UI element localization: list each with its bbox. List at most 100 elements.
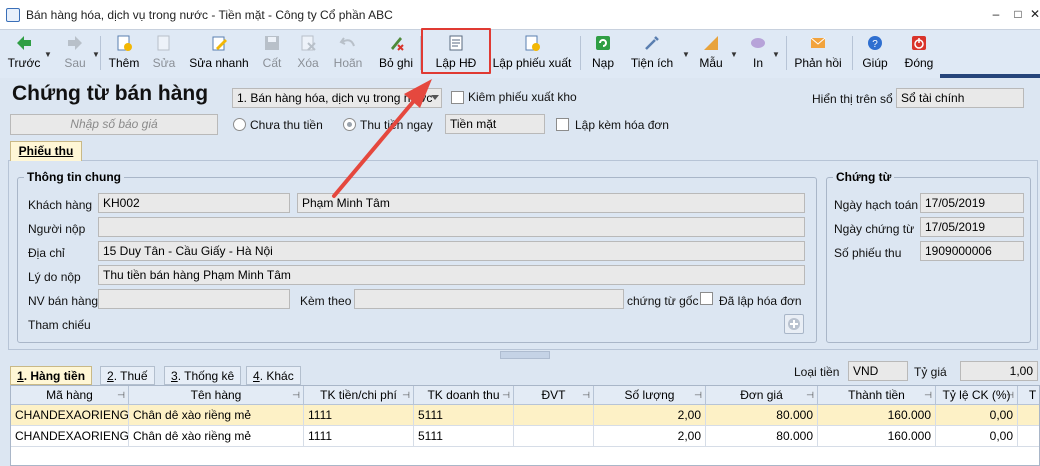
table-cell[interactable]: 2,00 <box>594 426 706 447</box>
table-cell[interactable]: 5111 <box>414 405 514 426</box>
thu-tien-ngay-radio[interactable] <box>343 118 356 131</box>
hien-thi-tren-so-select[interactable]: Sổ tài chính <box>896 88 1024 108</box>
toolbar-utilities-button[interactable]: Tiện ích ▼ <box>628 32 690 74</box>
toolbar-refresh-button[interactable]: Nạp <box>588 32 618 74</box>
delete-icon <box>301 35 316 51</box>
sale-type-select[interactable]: 1. Bán hàng hóa, dịch vụ trong nước <box>232 88 442 108</box>
khach-hang-code-input[interactable]: KH002 <box>98 193 290 213</box>
toolbar-delete-button[interactable]: Xóa <box>294 32 322 74</box>
table-cell[interactable]: CHANDEXAORIENG <box>11 426 129 447</box>
chung-tu-goc-label: chứng từ gốc <box>627 294 699 308</box>
loai-tien-select[interactable]: VND <box>848 361 908 381</box>
tab-hang-tien[interactable]: 1. Hàng tiền <box>10 366 93 385</box>
tab-phieu-thu[interactable]: Phiếu thu <box>10 141 82 161</box>
toolbar-feedback-button[interactable]: Phản hồi <box>792 32 844 74</box>
toolbar-print-button[interactable]: In ▼ <box>746 32 780 74</box>
payment-method-select[interactable]: Tiền mặt <box>445 114 545 134</box>
grid-header[interactable]: Đơn giá ⊣ <box>706 386 818 405</box>
grid-header[interactable]: Thành tiền ⊣ <box>818 386 936 405</box>
toolbar-quick-edit-button[interactable]: Sửa nhanh <box>188 32 250 74</box>
dia-chi-label: Địa chỉ <box>28 246 65 260</box>
toolbar-edit-button[interactable]: Sửa <box>150 32 178 74</box>
table-cell[interactable]: 0,00 <box>936 426 1018 447</box>
da-lap-hoa-don-label: Đã lập hóa đơn <box>719 294 802 308</box>
tab-thue[interactable]: 2. Thuế <box>100 366 155 385</box>
quote-number-input[interactable]: Nhập số báo giá <box>10 114 218 135</box>
toolbar-template-button[interactable]: Mẫu ▼ <box>696 32 738 74</box>
khach-hang-label: Khách hàng <box>28 198 93 212</box>
grid-header[interactable]: Số lượng ⊣ <box>594 386 706 405</box>
grid-header[interactable]: Mã hàng ⊣ <box>11 386 129 405</box>
table-cell[interactable]: 1111 <box>304 405 414 426</box>
close-window-button[interactable]: ✕ <box>1030 6 1040 22</box>
ngay-chung-tu-label: Ngày chứng từ <box>834 222 915 236</box>
grid-header[interactable]: TK doanh thu ⊣ <box>414 386 514 405</box>
nguoi-nop-input[interactable] <box>98 217 805 237</box>
tab-khac[interactable]: 4. Khác <box>246 366 301 385</box>
ngay-chung-tu-input[interactable]: 17/05/2019 <box>920 217 1024 237</box>
kiem-phieu-xuat-kho-label: Kiêm phiếu xuất kho <box>468 90 577 104</box>
grid-header[interactable]: T <box>1018 386 1039 405</box>
power-icon <box>912 36 926 50</box>
table-cell[interactable]: 2,00 <box>594 405 706 426</box>
nv-ban-hang-label: NV bán hàng <box>28 294 99 308</box>
table-cell[interactable]: 1111 <box>304 426 414 447</box>
toolbar-close-button[interactable]: Đóng <box>902 32 936 74</box>
kem-theo-input[interactable] <box>354 289 624 309</box>
minimize-button[interactable]: – <box>988 6 1004 22</box>
table-cell[interactable]: 80.000 <box>706 405 818 426</box>
ty-gia-input[interactable]: 1,00 <box>960 361 1038 381</box>
kiem-phieu-xuat-kho-checkbox[interactable] <box>451 91 464 104</box>
toolbar-unpost-button[interactable]: Bỏ ghi <box>376 32 416 74</box>
so-phieu-thu-input[interactable]: 1909000006 <box>920 241 1024 261</box>
nv-ban-hang-input[interactable] <box>98 289 290 309</box>
table-cell[interactable]: Chân dê xào riềng mẻ <box>129 426 304 447</box>
tab-thong-ke[interactable]: 3. Thống kê <box>164 366 242 385</box>
table-cell[interactable]: 5111 <box>414 426 514 447</box>
pin-icon: ⊣ <box>402 390 410 400</box>
ngay-hach-toan-input[interactable]: 17/05/2019 <box>920 193 1024 213</box>
toolbar-next-button[interactable]: Sau ▼ <box>60 32 100 74</box>
grid-header[interactable]: ĐVT ⊣ <box>514 386 594 405</box>
maximize-button[interactable]: □ <box>1010 6 1026 22</box>
toolbar: Trước ▼ Sau ▼ Thêm Sửa Sửa nhanh Cất Xóa… <box>0 30 1040 78</box>
table-cell[interactable]: 0,00 <box>936 405 1018 426</box>
da-lap-hoa-don-checkbox[interactable] <box>700 292 713 305</box>
chua-thu-tien-radio[interactable] <box>233 118 246 131</box>
lap-kem-hoa-don-checkbox[interactable] <box>556 118 569 131</box>
chevron-down-icon: ▼ <box>682 50 690 59</box>
ly-do-label: Lý do nộp <box>28 270 81 284</box>
grid-header[interactable]: Tên hàng ⊣ <box>129 386 304 405</box>
kem-theo-label: Kèm theo <box>300 294 352 308</box>
toolbar-export-slip-button[interactable]: Lập phiếu xuất <box>492 32 572 74</box>
toolbar-undo-button[interactable]: Hoãn <box>332 32 364 74</box>
grid-header[interactable]: TK tiền/chi phí ⊣ <box>304 386 414 405</box>
nguoi-nop-label: Người nộp <box>28 222 86 236</box>
toolbar-help-button[interactable]: ? Giúp <box>860 32 890 74</box>
toolbar-add-button[interactable]: Thêm <box>106 32 142 74</box>
table-cell[interactable]: CHANDEXAORIENG <box>11 405 129 426</box>
table-cell[interactable]: 160.000 <box>818 426 936 447</box>
tham-chieu-label: Tham chiếu <box>28 318 91 332</box>
toolbar-prev-button[interactable]: Trước ▼ <box>6 32 52 74</box>
page-title: Chứng từ bán hàng <box>12 82 209 105</box>
table-cell[interactable] <box>1018 405 1039 426</box>
undo-icon <box>339 37 355 47</box>
ly-do-input[interactable]: Thu tiền bán hàng Phạm Minh Tâm <box>98 265 805 285</box>
add-reference-button[interactable] <box>784 314 804 334</box>
table-cell[interactable]: Chân dê xào riềng mẻ <box>129 405 304 426</box>
table-cell[interactable] <box>514 426 594 447</box>
khach-hang-name-input[interactable]: Phạm Minh Tâm <box>297 193 805 213</box>
general-info-title: Thông tin chung <box>24 170 124 184</box>
table-cell[interactable] <box>1018 426 1039 447</box>
dia-chi-input[interactable]: 15 Duy Tân - Cầu Giấy - Hà Nội <box>98 241 805 261</box>
panel-splitter[interactable] <box>500 351 550 359</box>
table-cell[interactable]: 160.000 <box>818 405 936 426</box>
highlight-box <box>421 28 491 74</box>
table-cell[interactable]: 80.000 <box>706 426 818 447</box>
grid-header[interactable]: Tỷ lệ CK (%) ⊣ <box>936 386 1018 405</box>
toolbar-save-button[interactable]: Cất <box>260 32 284 74</box>
table-cell[interactable] <box>514 405 594 426</box>
ty-gia-label: Tỷ giá <box>914 365 947 379</box>
arrow-right-icon <box>68 36 82 50</box>
